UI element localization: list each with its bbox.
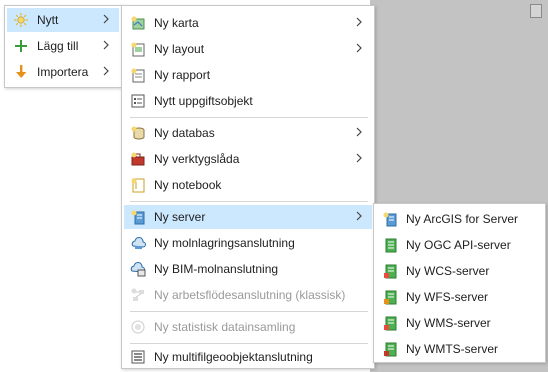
chevron-right-icon [101,12,111,26]
menu-separator [130,117,368,118]
menu-separator [130,311,368,312]
new-layout-icon [130,41,146,57]
menu-item-label: Ny karta [154,16,199,30]
new-report-icon [130,67,146,83]
new-notebook-icon [130,177,146,193]
menu-item-new-map[interactable]: Ny karta [124,11,372,35]
menu-item-new-cloud-storage[interactable]: Ny molnlagringsanslutning [124,231,372,255]
new-toolbox-icon [130,151,146,167]
chevron-right-icon [354,125,364,139]
menu-item-label: Ny ArcGIS for Server [406,212,519,226]
statistical-data-icon [130,319,146,335]
menu-item-new[interactable]: Nytt [7,8,119,32]
wms-server-icon [382,315,398,331]
menu-item-label: Nytt [37,13,59,27]
menu-item-wms-server[interactable]: Ny WMS-server [376,311,543,335]
menu-item-new-toolbox[interactable]: Ny verktygslåda [124,147,372,171]
menu-item-label: Ny server [154,210,206,224]
menu-item-new-task-item[interactable]: Nytt uppgiftsobjekt [124,89,372,113]
menu-item-new-notebook[interactable]: Ny notebook [124,173,372,197]
ogc-api-server-icon [382,237,398,253]
menu-item-label: Ny notebook [154,178,222,192]
cloud-storage-icon [130,235,146,251]
menu-item-new-bim-cloud[interactable]: Ny BIM-molnanslutning [124,257,372,281]
menu-item-label: Ny multifilgeoobjektanslutning [154,350,313,364]
bim-cloud-icon [130,261,146,277]
multifile-feature-icon [130,349,146,365]
menu-item-label: Importera [37,65,89,79]
context-menu-server: Ny ArcGIS for Server Ny OGC API-server N… [373,203,546,363]
menu-item-label: Ny verktygslåda [154,152,240,166]
import-arrow-icon [13,64,29,80]
chevron-right-icon [101,38,111,52]
menu-item-ogc-api-server[interactable]: Ny OGC API-server [376,233,543,257]
menu-item-label: Lägg till [37,39,79,53]
menu-item-new-report[interactable]: Ny rapport [124,63,372,87]
chevron-right-icon [101,64,111,78]
menu-item-label: Ny arbetsflödesanslutning (klassisk) [154,288,346,302]
chevron-right-icon [354,151,364,165]
menu-item-add[interactable]: Lägg till [7,34,119,58]
menu-item-new-multifile-feature[interactable]: Ny multifilgeoobjektanslutning [124,345,372,369]
menu-item-label: Ny WCS-server [406,264,490,278]
menu-item-new-workflow-connection[interactable]: Ny arbetsflödesanslutning (klassisk) [124,283,372,307]
menu-item-wmts-server[interactable]: Ny WMTS-server [376,337,543,361]
new-server-icon [130,209,146,225]
wmts-server-icon [382,341,398,357]
context-menu-new: Ny karta Ny layout Ny rapport Nytt uppgi… [121,5,375,369]
menu-item-label: Ny molnlagringsanslutning [154,236,295,250]
wcs-server-icon [382,263,398,279]
chevron-right-icon [354,209,364,223]
menu-item-label: Ny statistisk datainsamling [154,320,296,334]
menu-item-label: Ny OGC API-server [406,238,511,252]
workflow-connection-icon [130,287,146,303]
menu-item-new-server[interactable]: Ny server [124,205,372,229]
menu-item-new-layout[interactable]: Ny layout [124,37,372,61]
chevron-right-icon [354,41,364,55]
background-widget [530,4,542,18]
menu-item-arcgis-server[interactable]: Ny ArcGIS for Server [376,207,543,231]
new-database-icon [130,125,146,141]
menu-item-label: Ny WMTS-server [406,342,498,356]
menu-item-import[interactable]: Importera [7,60,119,84]
menu-item-label: Ny databas [154,126,215,140]
task-item-icon [130,93,146,109]
menu-item-wcs-server[interactable]: Ny WCS-server [376,259,543,283]
menu-item-new-statistical-data[interactable]: Ny statistisk datainsamling [124,315,372,339]
menu-item-new-database[interactable]: Ny databas [124,121,372,145]
menu-item-label: Ny layout [154,42,205,56]
sun-new-icon [13,12,29,28]
wfs-server-icon [382,289,398,305]
context-menu-main: Nytt Lägg till Importera [4,5,122,88]
new-map-icon [130,15,146,31]
arcgis-server-icon [382,211,398,227]
chevron-right-icon [354,15,364,29]
menu-item-label: Ny WFS-server [406,290,488,304]
menu-item-wfs-server[interactable]: Ny WFS-server [376,285,543,309]
menu-separator [130,343,368,344]
menu-item-label: Nytt uppgiftsobjekt [154,94,253,108]
menu-item-label: Ny WMS-server [406,316,491,330]
menu-item-label: Ny BIM-molnanslutning [154,262,279,276]
menu-item-label: Ny rapport [154,68,211,82]
menu-separator [130,201,368,202]
plus-icon [13,38,29,54]
